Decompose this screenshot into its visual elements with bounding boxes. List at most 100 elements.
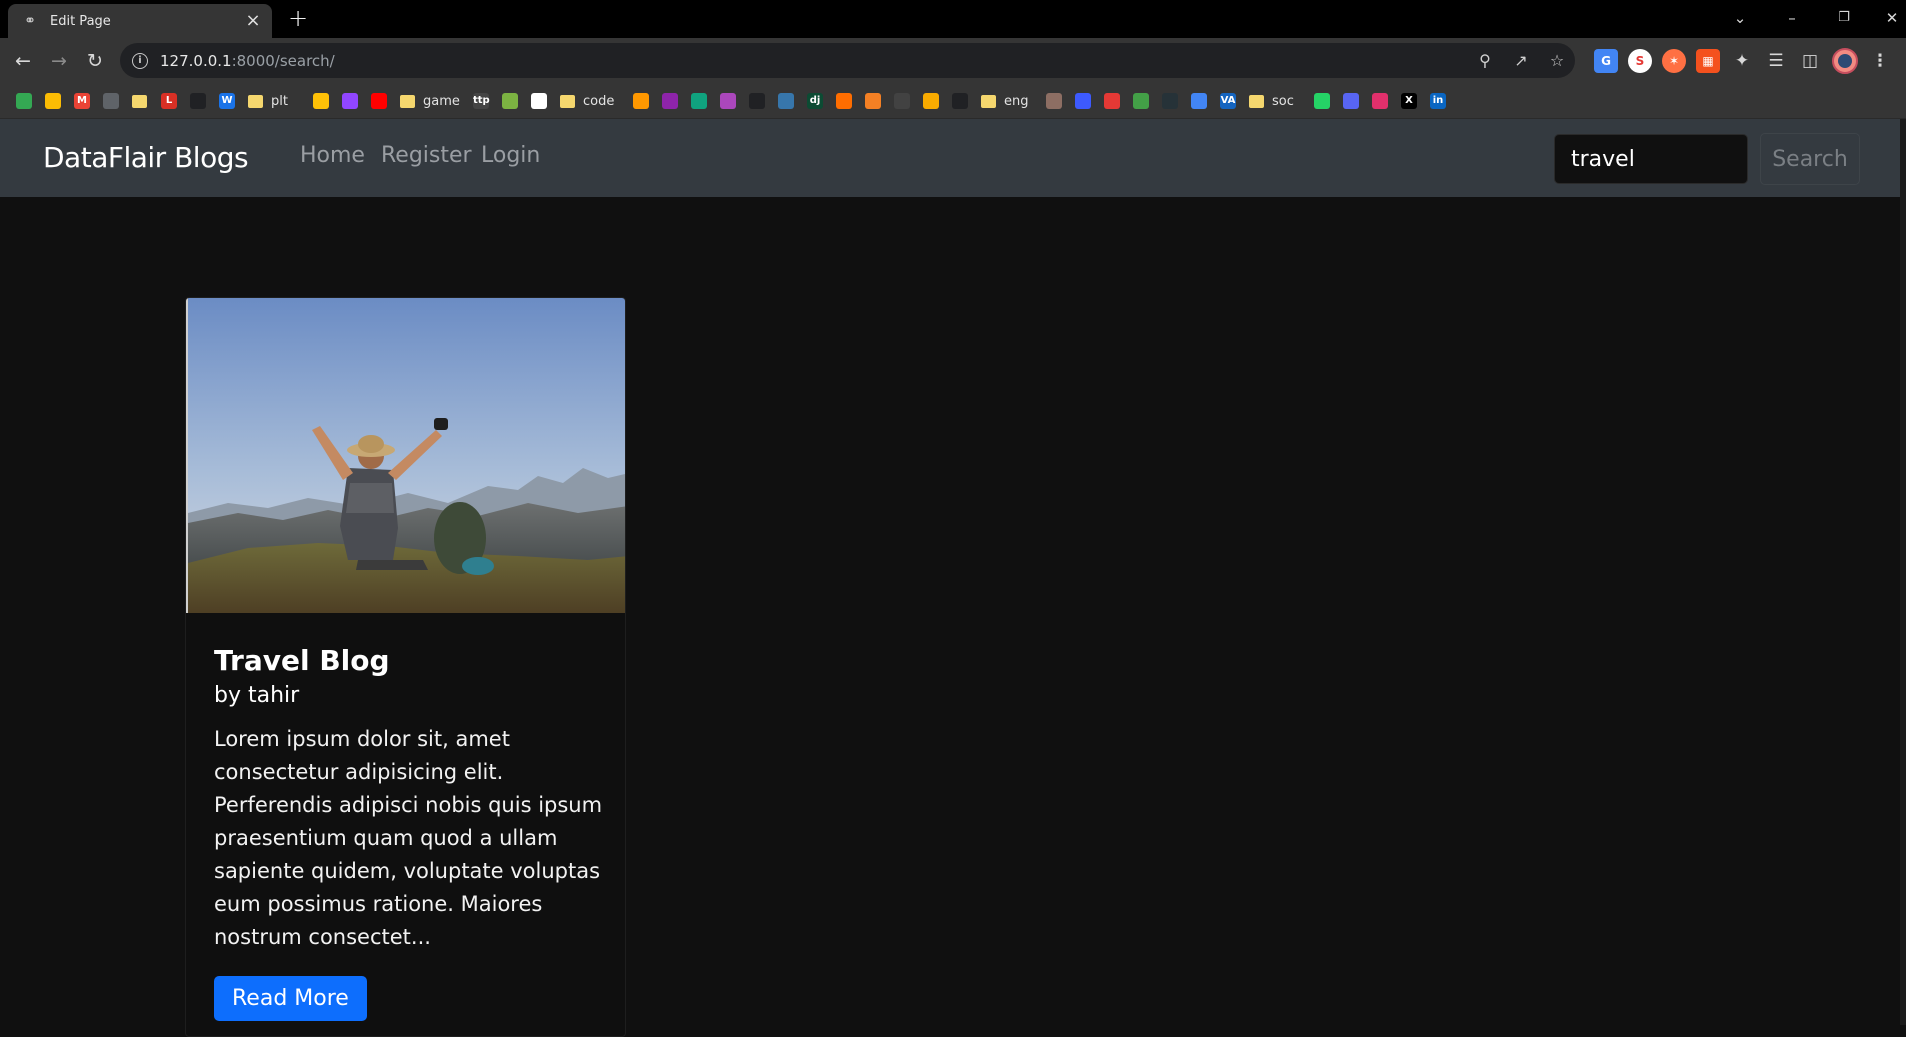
- bookmark-item[interactable]: ttp: [473, 92, 490, 110]
- browser-tabstrip: ⚭ Edit Page × + ⌄ – ❐ ✕: [0, 0, 1906, 38]
- bookmark-item[interactable]: [342, 92, 358, 110]
- bookmark-folder[interactable]: [132, 92, 147, 110]
- new-tab-button[interactable]: +: [286, 6, 310, 30]
- minimize-icon[interactable]: –: [1780, 6, 1804, 30]
- bookmark-folder[interactable]: eng: [981, 92, 1029, 110]
- bookmark-item[interactable]: X: [1401, 92, 1417, 110]
- bookmark-item[interactable]: [1075, 92, 1091, 110]
- post-title: Travel Blog: [214, 644, 390, 677]
- bookmark-item[interactable]: [313, 92, 329, 110]
- s-extension-icon[interactable]: S: [1628, 49, 1652, 73]
- browser-menu-icon[interactable]: ⋮: [1868, 49, 1892, 73]
- bookmark-folder-label: code: [583, 93, 615, 109]
- bookmark-folder[interactable]: soc: [1249, 92, 1294, 110]
- search-button[interactable]: Search: [1760, 133, 1860, 185]
- puzzle-icon[interactable]: ✦: [1730, 49, 1754, 73]
- bookmark-item[interactable]: [952, 92, 968, 110]
- share-icon[interactable]: ↗: [1511, 51, 1531, 71]
- folder-icon: [1249, 94, 1264, 108]
- bookmark-folder-label: game: [423, 93, 460, 109]
- nav-home-link[interactable]: Home: [300, 143, 365, 168]
- translate-icon: [1191, 93, 1207, 109]
- figure-icon: [502, 93, 518, 109]
- bookmark-item[interactable]: [371, 92, 387, 110]
- bookmark-item[interactable]: [16, 92, 32, 110]
- web-page: DataFlair Blogs Home Register Login Sear…: [0, 119, 1906, 1037]
- bookmark-item[interactable]: [1343, 92, 1359, 110]
- bookmark-folder[interactable]: code: [560, 92, 614, 110]
- back-icon[interactable]: ←: [10, 48, 36, 74]
- bookmark-item[interactable]: W: [219, 92, 235, 110]
- bookmark-item[interactable]: [190, 92, 206, 110]
- tab-title: Edit Page: [50, 13, 111, 29]
- nav-register-link[interactable]: Register: [381, 143, 472, 168]
- bookmark-item[interactable]: [1314, 92, 1330, 110]
- fire-extension-icon[interactable]: ✶: [1662, 49, 1686, 73]
- browser-tab[interactable]: ⚭ Edit Page ×: [8, 4, 272, 38]
- url-host: 127.0.0.1: [160, 51, 232, 70]
- bookmark-item[interactable]: L: [161, 92, 177, 110]
- dark-circle-icon: [1162, 93, 1178, 109]
- media-control-icon[interactable]: ☰: [1764, 49, 1788, 73]
- nav-login-link[interactable]: Login: [481, 143, 540, 168]
- globe-icon: [103, 93, 119, 109]
- bookmark-folder[interactable]: plt: [248, 92, 288, 110]
- bookmark-item[interactable]: [662, 92, 678, 110]
- close-window-icon[interactable]: ✕: [1880, 6, 1904, 30]
- bookmark-item[interactable]: dj: [807, 92, 823, 110]
- blocks-icon: [836, 93, 852, 109]
- site-info-icon[interactable]: i: [132, 52, 148, 69]
- bookmark-item[interactable]: in: [1430, 92, 1446, 110]
- bookmark-star-icon[interactable]: ☆: [1547, 51, 1567, 71]
- record-icon: [1104, 93, 1120, 109]
- bookmark-item[interactable]: [1104, 92, 1120, 110]
- dots-icon: [1133, 93, 1149, 109]
- bookmark-item[interactable]: [103, 92, 119, 110]
- grid-extension-icon[interactable]: ▦: [1696, 49, 1720, 73]
- tab-search-icon[interactable]: ⌄: [1728, 6, 1752, 30]
- side-panel-icon[interactable]: ◫: [1798, 49, 1822, 73]
- bookmark-item[interactable]: [691, 92, 707, 110]
- blog-card: Travel Blog by tahir Lorem ipsum dolor s…: [185, 297, 626, 1037]
- bookmark-item[interactable]: [1191, 92, 1207, 110]
- bookmark-item[interactable]: [778, 92, 794, 110]
- bookmark-item[interactable]: [836, 92, 852, 110]
- close-tab-icon[interactable]: ×: [244, 12, 262, 30]
- zoom-icon[interactable]: ⚲: [1475, 51, 1495, 71]
- site-navbar: DataFlair Blogs Home Register Login Sear…: [0, 119, 1900, 197]
- bookmark-item[interactable]: [1372, 92, 1388, 110]
- page-scrollbar[interactable]: [1900, 119, 1906, 1025]
- search-input[interactable]: [1554, 134, 1748, 184]
- bookmark-item[interactable]: [531, 92, 547, 110]
- django-icon: dj: [807, 93, 823, 109]
- address-bar[interactable]: i 127.0.0.1:8000/search/ ⚲ ↗ ☆: [120, 43, 1575, 78]
- bookmark-item[interactable]: [923, 92, 939, 110]
- bookmark-item[interactable]: [749, 92, 765, 110]
- bookmark-item[interactable]: [1046, 92, 1062, 110]
- bookmark-item[interactable]: M: [74, 92, 90, 110]
- bookmark-item[interactable]: VA: [1220, 92, 1236, 110]
- codepen-icon: [952, 93, 968, 109]
- address-url[interactable]: 127.0.0.1:8000/search/: [160, 52, 335, 70]
- translate-extension-icon[interactable]: G: [1594, 49, 1618, 73]
- bookmark-item[interactable]: [1133, 92, 1149, 110]
- bookmark-item[interactable]: [720, 92, 736, 110]
- bookmark-item[interactable]: [1162, 92, 1178, 110]
- site-brand[interactable]: DataFlair Blogs: [43, 141, 249, 174]
- reload-icon[interactable]: ↻: [82, 48, 108, 74]
- restore-icon[interactable]: ❐: [1832, 6, 1856, 30]
- layers-icon: [633, 93, 649, 109]
- profile-avatar[interactable]: [1832, 48, 1858, 74]
- folder-icon: [132, 94, 147, 108]
- frame-icon: [894, 93, 910, 109]
- bookmark-folder[interactable]: game: [400, 92, 460, 110]
- bookmark-item[interactable]: [894, 92, 910, 110]
- forward-icon[interactable]: →: [46, 48, 72, 74]
- globe-icon: ⚭: [24, 13, 36, 29]
- bookmark-item[interactable]: [502, 92, 518, 110]
- bookmark-item[interactable]: [865, 92, 881, 110]
- read-more-button[interactable]: Read More: [214, 976, 367, 1021]
- bookmark-item[interactable]: [633, 92, 649, 110]
- bookmark-item[interactable]: [45, 92, 61, 110]
- instagram-icon: [1372, 93, 1388, 109]
